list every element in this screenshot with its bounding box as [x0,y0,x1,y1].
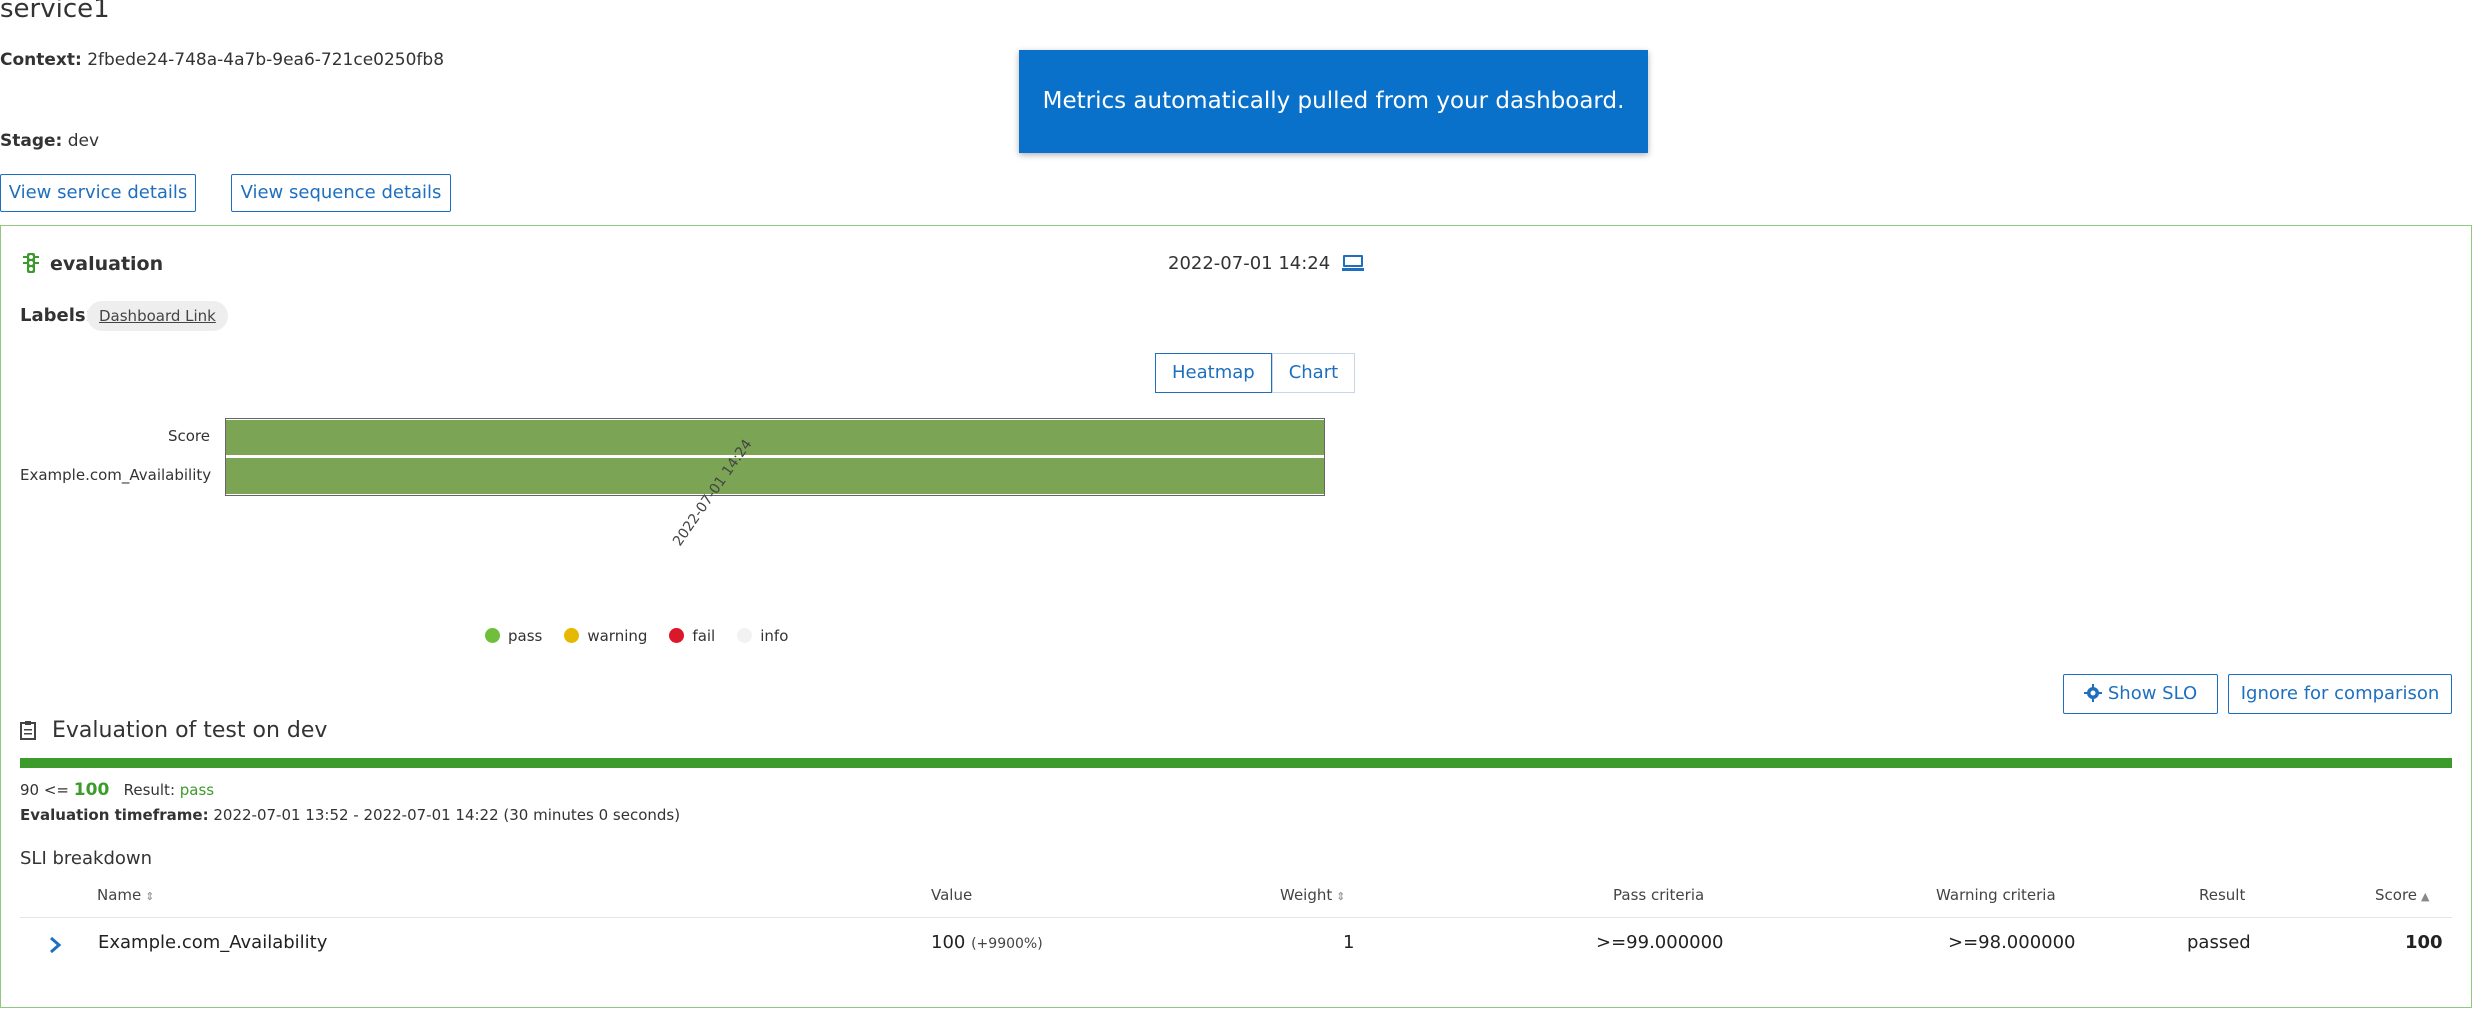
heatmap-cell-availability[interactable] [226,458,1324,494]
context-value: 2fbede24-748a-4a7b-9ea6-721ce0250fb8 [87,50,445,70]
view-toggle: Heatmap Chart [1155,353,1356,393]
sli-pass-criteria: >=99.000000 [1596,932,1724,953]
column-header-warning-criteria: Warning criteria [1936,886,2056,904]
stage-line: Stage: dev [0,131,99,151]
heatmap-grid [225,418,1325,496]
column-header-score[interactable]: Score ▲ [2375,886,2429,904]
clipboard-icon [20,720,38,742]
heatmap-legend: pass warning fail info [485,627,788,645]
result-value: pass [179,781,215,799]
heatmap-cell-score[interactable] [226,420,1324,455]
heatmap-row-label: Example.com_Availability [20,466,212,484]
column-header-pass-criteria: Pass criteria [1613,886,1705,904]
column-header-weight[interactable]: Weight ⇕ [1280,886,1345,904]
sli-weight: 1 [1343,932,1355,953]
evaluation-panel [0,225,2472,1008]
traffic-light-icon [22,252,42,274]
sli-result: passed [2187,932,2251,953]
dashboard-link-chip[interactable]: Dashboard Link [87,301,228,331]
notification-toast: Metrics automatically pulled from your d… [1019,50,1648,153]
context-label: Context: [0,50,82,70]
ignore-for-comparison-button[interactable]: Ignore for comparison [2228,674,2452,714]
table-divider [20,917,2452,918]
sli-value: 100 (+9900%) [931,932,1043,953]
column-header-result: Result [2199,886,2246,904]
legend-dot [564,628,580,643]
evaluation-date-line: 2022-07-01 14:24 [1168,253,1364,277]
sli-name: Example.com_Availability [98,932,328,953]
sli-score: 100 [2405,932,2443,953]
legend-item-fail: fail [669,627,715,645]
expand-row-icon[interactable] [46,934,64,961]
total-score: 100 [73,780,110,800]
chart-toggle-button[interactable]: Chart [1271,353,1356,393]
evaluation-summary-title: Evaluation of test on dev [20,718,327,743]
legend-dot [737,628,753,643]
heatmap-row-label: Score [167,427,210,445]
legend-dot [669,628,685,643]
sli-breakdown-title: SLI breakdown [20,848,153,869]
legend-dot [485,628,500,643]
column-header-name[interactable]: Name ⇕ [97,886,154,904]
gear-icon [2083,678,2102,716]
legend-item-info: info [737,627,788,645]
show-slo-button[interactable]: Show SLO [2063,674,2218,714]
result-line: 90 <= 100 Result: pass [20,780,215,800]
legend-item-pass: pass [485,627,542,645]
legend-item-warning: warning [564,627,647,645]
stage-label: Stage: [0,131,63,151]
score-progress-bar [20,758,2452,768]
labels-label: Labels: [20,305,93,326]
heatmap-toggle-button[interactable]: Heatmap [1155,353,1272,393]
monitor-icon[interactable] [1341,254,1364,277]
view-sequence-details-button[interactable]: View sequence details [231,174,451,212]
evaluation-timeframe: Evaluation timeframe: 2022-07-01 13:52 -… [20,806,681,824]
evaluation-title: evaluation [50,253,164,275]
view-service-details-button[interactable]: View service details [0,174,196,212]
stage-value: dev [67,131,100,151]
service-title: service1 [0,0,110,24]
evaluation-heading: evaluation [22,252,163,275]
sli-warning-criteria: >=98.000000 [1948,932,2076,953]
context-line: Context: 2fbede24-748a-4a7b-9ea6-721ce02… [0,50,444,70]
column-header-value: Value [931,886,973,904]
evaluation-date: 2022-07-01 14:24 [1168,253,1331,274]
